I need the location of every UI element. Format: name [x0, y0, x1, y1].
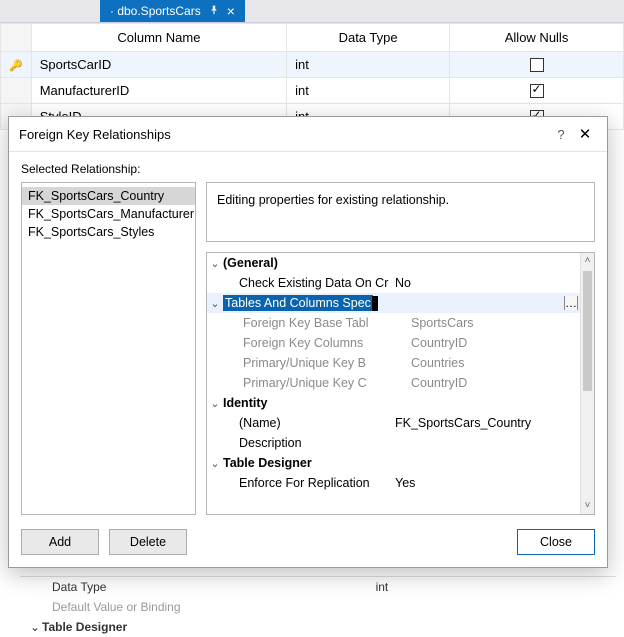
col-header-name[interactable]: Column Name	[31, 24, 286, 52]
columns-grid[interactable]: Column Name Data Type Allow Nulls 🔑 Spor…	[0, 23, 624, 130]
prop-group: Table Designer	[42, 620, 388, 634]
prop-val: Countries	[407, 356, 580, 370]
property-grid[interactable]: ⌄(General) Check Existing Data On CrNo ⌄…	[206, 252, 595, 515]
help-button[interactable]: ?	[549, 127, 573, 142]
tab-title: · dbo.SportsCars	[110, 4, 201, 18]
foreign-key-dialog: Foreign Key Relationships ? ✕ Selected R…	[8, 116, 608, 568]
prop-key[interactable]: Check Existing Data On Cr	[223, 276, 391, 290]
prop-key[interactable]: Enforce For Replication	[223, 476, 391, 490]
prop-key[interactable]: Tables And Columns Spec	[223, 295, 391, 311]
prop-group: Table Designer	[223, 456, 391, 470]
description-box: Editing properties for existing relation…	[206, 182, 595, 242]
prop-val[interactable]: FK_SportsCars_Country	[391, 416, 580, 430]
prop-key: Foreign Key Columns	[239, 336, 407, 350]
column-properties: Data Typeint Default Value or Binding ⌄T…	[20, 576, 616, 636]
cell-type[interactable]: int	[287, 52, 450, 78]
dialog-titlebar: Foreign Key Relationships ? ✕	[9, 117, 607, 152]
close-icon[interactable]: ×	[227, 4, 235, 18]
close-icon[interactable]: ✕	[573, 125, 597, 143]
prop-val: SportsCars	[407, 316, 580, 330]
table-row[interactable]: ManufacturerID int	[1, 78, 624, 104]
scroll-thumb[interactable]	[583, 271, 592, 391]
selected-relationship-label: Selected Relationship:	[21, 162, 595, 176]
tab-strip: · dbo.SportsCars ×	[0, 0, 624, 23]
prop-key: Primary/Unique Key C	[239, 376, 407, 390]
col-header-type[interactable]: Data Type	[287, 24, 450, 52]
list-item[interactable]: FK_SportsCars_Manufacturer	[22, 205, 195, 223]
prop-key: Foreign Key Base Tabl	[239, 316, 407, 330]
scroll-down-icon[interactable]: ˅	[581, 498, 594, 514]
prop-key[interactable]: (Name)	[223, 416, 391, 430]
prop-val: CountryID	[407, 336, 580, 350]
allow-nulls-checkbox[interactable]	[530, 84, 544, 98]
chevron-down-icon[interactable]: ⌄	[30, 620, 42, 634]
relationship-list[interactable]: FK_SportsCars_Country FK_SportsCars_Manu…	[21, 182, 196, 515]
chevron-down-icon[interactable]: ⌄	[207, 297, 223, 310]
table-row[interactable]: 🔑 SportsCarID int	[1, 52, 624, 78]
prop-key: Default Value or Binding	[30, 600, 376, 614]
add-button[interactable]: Add	[21, 529, 99, 555]
prop-val[interactable]: No	[391, 276, 580, 290]
prop-val	[376, 600, 606, 614]
cell-name[interactable]: SportsCarID	[31, 52, 286, 78]
close-button[interactable]: Close	[517, 529, 595, 555]
col-header-nulls[interactable]: Allow Nulls	[450, 24, 624, 52]
delete-button[interactable]: Delete	[109, 529, 187, 555]
cell-name[interactable]: ManufacturerID	[31, 78, 286, 104]
table-designer-window: · dbo.SportsCars × Column Name Data Type…	[0, 0, 624, 130]
prop-key: Data Type	[30, 580, 376, 594]
row-header-col	[1, 24, 32, 52]
scrollbar[interactable]: ˄ ˅	[580, 253, 594, 514]
prop-key[interactable]: Description	[223, 436, 391, 450]
list-item[interactable]: FK_SportsCars_Styles	[22, 223, 195, 241]
chevron-down-icon[interactable]: ⌄	[207, 457, 223, 470]
tab-sportscars[interactable]: · dbo.SportsCars ×	[100, 0, 245, 22]
list-item[interactable]: FK_SportsCars_Country	[22, 187, 195, 205]
chevron-down-icon[interactable]: ⌄	[207, 397, 223, 410]
dialog-footer: Add Delete Close	[9, 521, 607, 567]
prop-group: (General)	[223, 256, 391, 270]
prop-val[interactable]: Yes	[391, 476, 580, 490]
scroll-up-icon[interactable]: ˄	[581, 253, 594, 269]
allow-nulls-checkbox[interactable]	[530, 58, 544, 72]
ellipsis-button[interactable]: …	[564, 296, 578, 310]
prop-group: Identity	[223, 396, 391, 410]
chevron-down-icon[interactable]: ⌄	[207, 257, 223, 270]
cell-type[interactable]: int	[287, 78, 450, 104]
prop-val: int	[376, 580, 606, 594]
prop-key: Primary/Unique Key B	[239, 356, 407, 370]
pin-icon[interactable]	[209, 4, 219, 18]
dialog-title: Foreign Key Relationships	[19, 127, 549, 142]
prop-val: CountryID	[407, 376, 580, 390]
key-icon: 🔑	[9, 60, 23, 72]
